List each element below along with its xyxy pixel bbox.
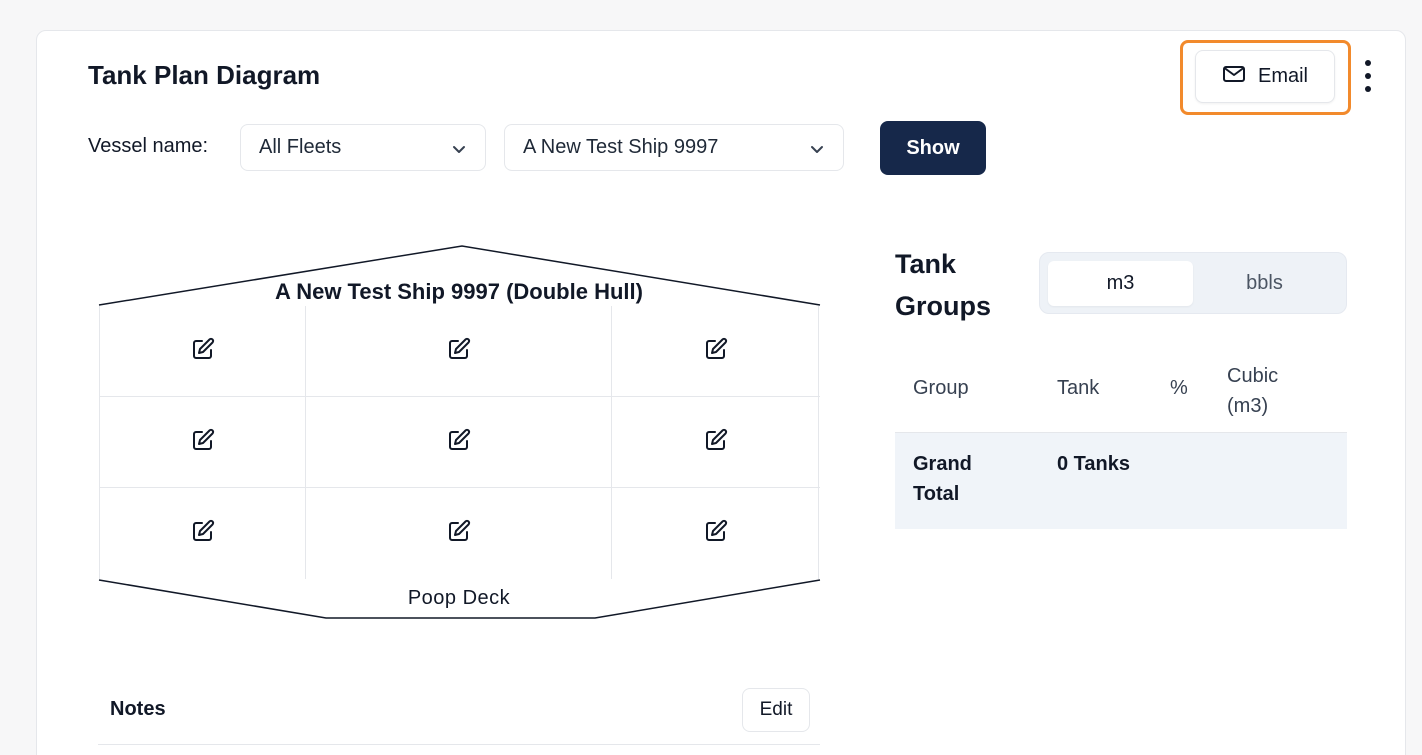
column-header-percent: %: [1170, 377, 1188, 399]
edit-icon[interactable]: [447, 337, 471, 366]
page-title: Tank Plan Diagram: [88, 60, 321, 90]
ship-select[interactable]: A New Test Ship 9997: [504, 124, 844, 171]
tank-cell: [612, 397, 820, 488]
grand-total-tanks: 0 Tanks: [1057, 453, 1130, 475]
unit-option-bbls[interactable]: bbls: [1192, 261, 1337, 306]
table-row-grand-total: Grand Total 0 Tanks: [895, 433, 1347, 529]
more-options-icon[interactable]: [1360, 60, 1376, 92]
tank-cell: [612, 488, 820, 579]
tank-groups-title: Tank Groups: [895, 249, 992, 321]
tank-groups-table: Group Tank % Cubic (m3) Grand Total 0 Ta…: [895, 355, 1347, 529]
ship-select-value: A New Test Ship 9997: [523, 136, 719, 158]
chevron-down-icon: [809, 140, 825, 163]
edit-icon[interactable]: [191, 519, 215, 548]
edit-icon[interactable]: [191, 428, 215, 457]
column-header-cubic: Cubic (m3): [1227, 365, 1279, 417]
email-button[interactable]: Email: [1195, 50, 1335, 103]
show-button[interactable]: Show: [880, 121, 986, 175]
vessel-name-label: Vessel name:: [88, 135, 209, 157]
mail-icon: [1222, 64, 1246, 90]
unit-option-m3[interactable]: m3: [1048, 261, 1193, 306]
stern-label: Poop Deck: [407, 587, 511, 609]
tank-cell: [100, 397, 306, 488]
edit-icon[interactable]: [704, 337, 728, 366]
chevron-down-icon: [451, 140, 467, 163]
email-button-label: Email: [1257, 65, 1308, 87]
edit-icon[interactable]: [191, 337, 215, 366]
edit-icon[interactable]: [447, 519, 471, 548]
divider: [98, 744, 820, 745]
tank-cell: [306, 306, 612, 397]
fleet-select-value: All Fleets: [259, 136, 342, 158]
edit-icon[interactable]: [704, 519, 728, 548]
ship-name: A New Test Ship 9997 (Double Hull): [275, 279, 643, 304]
tank-cell: [306, 488, 612, 579]
tank-cell: [100, 488, 306, 579]
column-header-group: Group: [913, 377, 969, 399]
tank-cell: [612, 306, 820, 397]
column-header-tank: Tank: [1057, 377, 1100, 399]
edit-notes-button[interactable]: Edit: [742, 688, 810, 732]
table-header: Group Tank % Cubic (m3): [895, 355, 1347, 433]
tank-cell: [306, 397, 612, 488]
notes-label: Notes: [110, 698, 166, 720]
unit-toggle: m3 bbls: [1039, 252, 1347, 314]
edit-icon[interactable]: [447, 428, 471, 457]
fleet-select[interactable]: All Fleets: [240, 124, 486, 171]
grand-total-group: Grand Total: [913, 453, 972, 505]
edit-icon[interactable]: [704, 428, 728, 457]
tank-cell: [100, 306, 306, 397]
tank-grid: [99, 306, 820, 579]
